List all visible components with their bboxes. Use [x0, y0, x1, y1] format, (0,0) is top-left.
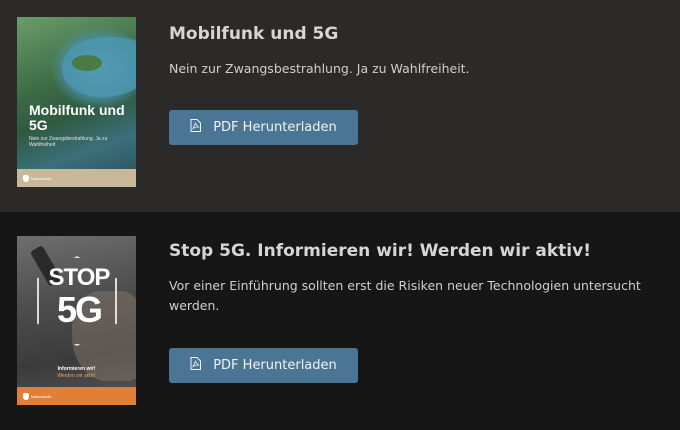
pdf-download-button-label: PDF Herunterladen [213, 358, 337, 373]
pdf-download-button-label: PDF Herunterladen [213, 120, 337, 135]
pdf-download-button[interactable]: PDF Herunterladen [169, 110, 358, 145]
download-item: STOP 5G Informieren wir! Werden wir akti… [0, 212, 680, 430]
pdf-download-button[interactable]: PDF Herunterladen [169, 348, 358, 383]
download-description: Vor einer Einführung sollten erst die Ri… [169, 278, 641, 313]
cover-footer: Naturwacht [17, 387, 136, 405]
cover-footer: Naturwacht [17, 169, 136, 187]
cover-line-2: Werden wir aktiv! [57, 373, 96, 379]
book-cover-image[interactable]: STOP 5G Informieren wir! Werden wir akti… [17, 236, 136, 405]
cover-subtitle: Nein zur Zwangsbestrahlung. Ja zu Wahlfr… [29, 136, 108, 148]
cover-headline-bottom: 5G [56, 289, 103, 330]
publisher-logo: Naturwacht [23, 174, 51, 182]
cover-title: Mobilfunk und 5G [29, 102, 125, 133]
download-title: Mobilfunk und 5G [169, 24, 339, 44]
cover-line-1: Informieren wir! [57, 366, 96, 372]
shield-icon [23, 174, 29, 182]
shield-icon [23, 392, 29, 400]
cover-headline-top: STOP [48, 264, 111, 291]
pdf-file-icon [190, 357, 202, 374]
download-item: Mobilfunk und 5G Nein zur Zwangsbestrahl… [0, 0, 680, 212]
book-cover-image[interactable]: Mobilfunk und 5G Nein zur Zwangsbestrahl… [17, 17, 136, 187]
publisher-logo: Naturwacht [23, 392, 51, 400]
download-title: Stop 5G. Informieren wir! Werden wir akt… [169, 241, 591, 261]
pdf-file-icon [190, 119, 202, 136]
cover-island-graphic [72, 55, 102, 71]
download-description: Nein zur Zwangsbestrahlung. Ja zu Wahlfr… [169, 61, 470, 76]
